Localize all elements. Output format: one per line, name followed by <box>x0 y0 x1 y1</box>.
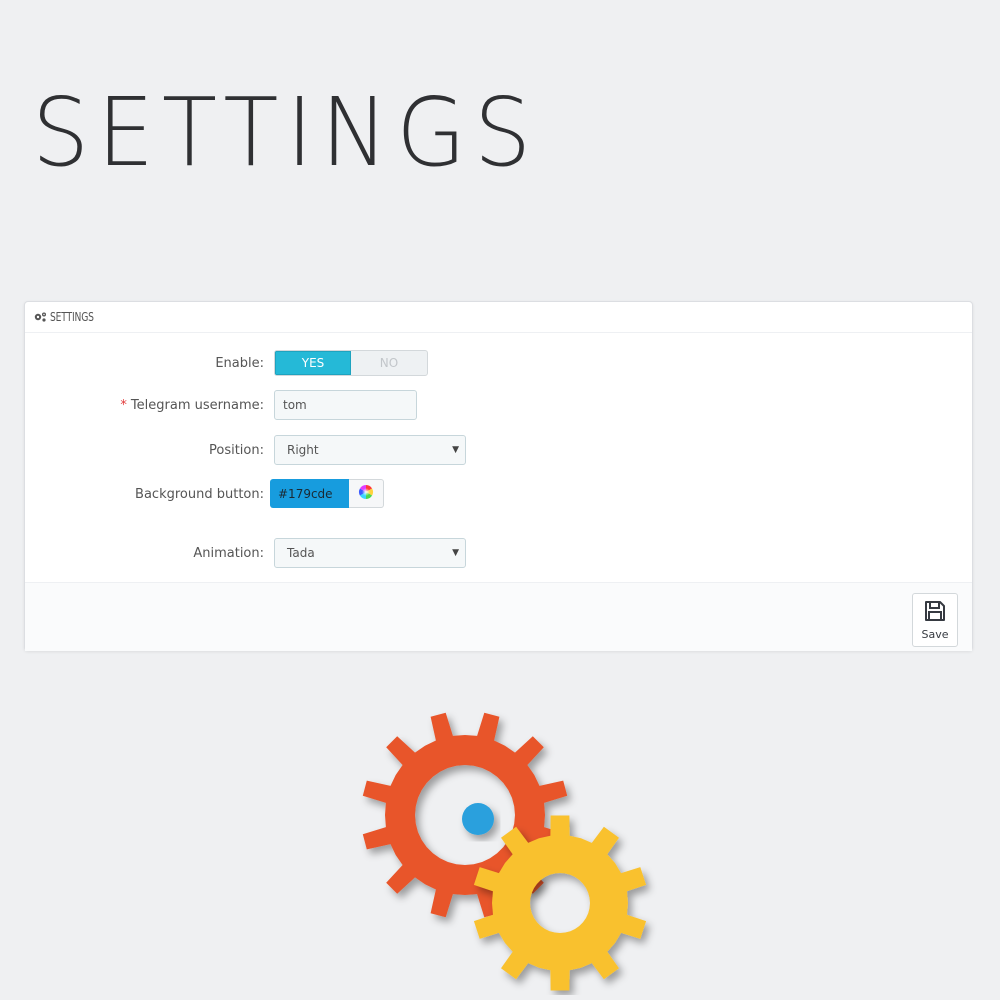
telegram-label: * Telegram username: <box>120 390 264 420</box>
telegram-username-value: tom <box>283 398 307 412</box>
telegram-row: * Telegram username: <box>25 390 972 420</box>
color-picker-button[interactable] <box>349 479 384 508</box>
toggle-no-option[interactable]: NO <box>351 351 427 375</box>
position-select[interactable]: Right ▼ <box>274 435 466 465</box>
background-color-value: #179cde <box>278 486 333 501</box>
yellow-gear <box>473 815 647 991</box>
blue-dot <box>462 803 494 835</box>
floppy-disk-icon <box>923 599 947 626</box>
caret-down-icon: ▼ <box>452 548 459 558</box>
telegram-username-input[interactable]: tom <box>274 390 417 420</box>
background-color-input[interactable]: #179cde <box>270 479 349 508</box>
background-label: Background button: <box>135 486 264 502</box>
toggle-yes-option[interactable]: YES <box>275 351 351 375</box>
enable-toggle[interactable]: YES NO <box>274 350 428 376</box>
panel-footer: Save <box>25 582 972 651</box>
animation-select[interactable]: Tada ▼ <box>274 538 466 568</box>
animation-row: Animation: <box>25 538 972 568</box>
background-row: Background button: <box>25 479 972 509</box>
save-label: Save <box>921 628 949 641</box>
animation-label: Animation: <box>193 545 264 561</box>
panel-header: SETTINGS <box>25 302 972 333</box>
caret-down-icon: ▼ <box>452 445 459 455</box>
page-title: SETTINGS <box>32 77 540 188</box>
enable-label: Enable: <box>215 355 264 371</box>
animation-value: Tada <box>287 546 315 560</box>
settings-panel: SETTINGS Enable: YES NO * Telegram usern… <box>24 301 973 651</box>
gears-icon <box>33 311 47 323</box>
position-label: Position: <box>209 442 264 458</box>
required-mark: * <box>120 397 127 413</box>
gears-illustration <box>360 705 660 999</box>
enable-row: Enable: <box>25 348 972 378</box>
color-wheel-icon <box>358 484 374 504</box>
save-button[interactable]: Save <box>912 593 958 647</box>
panel-title: SETTINGS <box>50 310 94 324</box>
telegram-label-text: Telegram username: <box>130 397 264 413</box>
position-value: Right <box>287 443 319 457</box>
position-row: Position: <box>25 435 972 465</box>
